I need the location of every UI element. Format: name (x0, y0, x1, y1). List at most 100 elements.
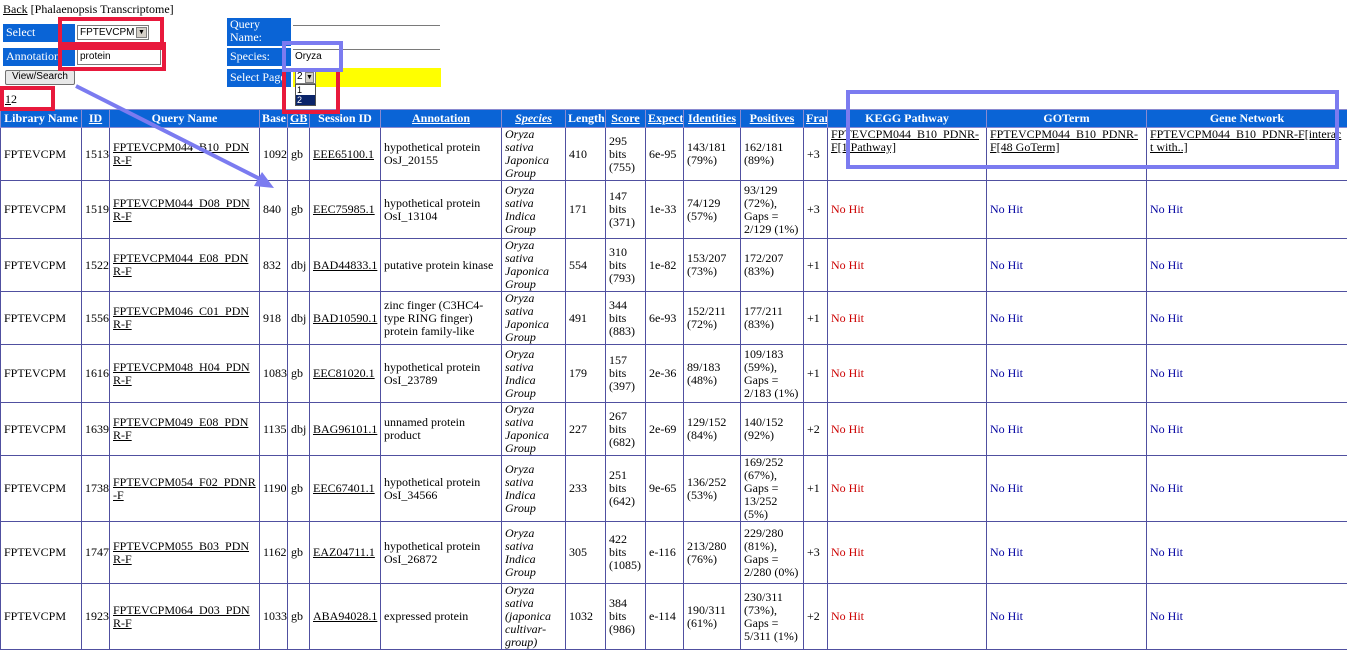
cell-score: 267 bits (682) (606, 403, 646, 456)
cell-length: 227 (566, 403, 606, 456)
col-expect-link[interactable]: Expect (648, 111, 683, 125)
query-name-input[interactable] (293, 25, 440, 26)
cell-species: Oryza sativa Japonica Group (502, 292, 566, 345)
cell-species: Oryza sativa Indica Group (502, 345, 566, 403)
cell-goterm: No Hit (987, 292, 1147, 345)
cell-score: 422 bits (1085) (606, 522, 646, 584)
library-select-value: FPTEVCPM (80, 27, 134, 38)
cell-network: No Hit (1147, 345, 1347, 403)
col-species[interactable]: Species (502, 110, 566, 128)
species-input[interactable]: Oryza (293, 49, 440, 65)
table-row: FPTEVCPM1616FPTEVCPM048_H04_PDNR-F1083gb… (1, 345, 1347, 403)
col-score-link[interactable]: Score (611, 111, 639, 125)
col-annotation-link[interactable]: Annotation (412, 111, 470, 125)
cell-query-name-link[interactable]: FPTEVCPM049_E08_PDNR-F (113, 415, 248, 442)
cell-library: FPTEVCPM (1, 345, 82, 403)
cell-query-name-link[interactable]: FPTEVCPM064_D03_PDNR-F (113, 603, 250, 630)
cell-session-id-link[interactable]: BAD44833.1 (313, 258, 377, 272)
cell-query-name-link[interactable]: FPTEVCPM054_F02_PDNR-F (113, 475, 256, 502)
col-id[interactable]: ID (82, 110, 110, 128)
back-link[interactable]: Back (3, 2, 28, 16)
cell-network: No Hit (1147, 292, 1347, 345)
cell-query-name-link[interactable]: FPTEVCPM044_B10_PDNR-F (113, 140, 249, 167)
cell-identities: 213/280 (76%) (684, 522, 741, 584)
cell-expect: 1e-33 (646, 181, 684, 239)
view-search-button[interactable]: View/Search (5, 70, 75, 85)
cell-session-id-link[interactable]: EEC75985.1 (313, 202, 375, 216)
annotation-label: Annotation (3, 48, 75, 66)
col-gb[interactable]: GB (288, 110, 310, 128)
cell-goterm: No Hit (987, 239, 1147, 292)
col-expect[interactable]: Expect (646, 110, 684, 128)
cell-query-name-link[interactable]: FPTEVCPM044_D08_PDNR-F (113, 196, 250, 223)
cell-session-id-link[interactable]: BAG96101.1 (313, 422, 377, 436)
results-table: Library Name ID Query Name Base GB Sessi… (0, 109, 1347, 650)
cell-identities: 190/311 (61%) (684, 584, 741, 650)
cell-id: 1747 (82, 522, 110, 584)
cell-goterm-link[interactable]: FPTEVCPM044_B10_PDNR-F[48 GoTerm] (990, 128, 1138, 155)
cell-session-id-link[interactable]: EEE65100.1 (313, 147, 374, 161)
cell-gb: gb (288, 584, 310, 650)
col-gene-network: Gene Network (1147, 110, 1347, 128)
cell-length: 179 (566, 345, 606, 403)
cell-score: 344 bits (883) (606, 292, 646, 345)
cell-query-name-link[interactable]: FPTEVCPM046_C01_PDNR-F (113, 304, 249, 331)
col-frame-link[interactable]: Frame (806, 111, 828, 125)
col-score[interactable]: Score (606, 110, 646, 128)
library-select[interactable]: FPTEVCPM ▼ (77, 25, 149, 40)
cell-session-id-link[interactable]: ABA94028.1 (313, 609, 377, 623)
cell-query-name-link[interactable]: FPTEVCPM044_E08_PDNR-F (113, 251, 248, 278)
cell-session-id-link[interactable]: EAZ04711.1 (313, 545, 375, 559)
cell-query-name-link[interactable]: FPTEVCPM055_B03_PDNR-F (113, 539, 249, 566)
cell-base: 840 (260, 181, 288, 239)
cell-network-link[interactable]: FPTEVCPM044_B10_PDNR-F[interact with..] (1150, 128, 1341, 155)
page-option-1[interactable]: 1 (296, 85, 315, 95)
table-row: FPTEVCPM1738FPTEVCPM054_F02_PDNR-F1190gb… (1, 456, 1347, 522)
cell-query-name: FPTEVCPM044_D08_PDNR-F (110, 181, 260, 239)
col-annotation[interactable]: Annotation (381, 110, 502, 128)
cell-positives: 93/129 (72%), Gaps = 2/129 (1%) (741, 181, 804, 239)
cell-expect: 2e-36 (646, 345, 684, 403)
page-select[interactable]: 2 ▼ (295, 70, 316, 84)
col-species-link[interactable]: Species (515, 111, 552, 125)
cell-score: 295 bits (755) (606, 128, 646, 181)
annotation-input[interactable]: protein (77, 49, 161, 65)
cell-species: Oryza sativa Indica Group (502, 522, 566, 584)
col-id-link[interactable]: ID (89, 111, 102, 125)
cell-identities: 129/152 (84%) (684, 403, 741, 456)
cell-query-name: FPTEVCPM055_B03_PDNR-F (110, 522, 260, 584)
col-identities[interactable]: Identities (684, 110, 741, 128)
cell-query-name-link[interactable]: FPTEVCPM048_H04_PDNR-F (113, 360, 250, 387)
cell-kegg: No Hit (828, 403, 987, 456)
col-gb-link[interactable]: GB (290, 111, 307, 125)
page-option-2[interactable]: 2 (296, 95, 315, 105)
cell-kegg: No Hit (828, 522, 987, 584)
cell-goterm: No Hit (987, 345, 1147, 403)
cell-kegg: No Hit (828, 584, 987, 650)
cell-session-id-link[interactable]: EEC67401.1 (313, 481, 375, 495)
species-label: Species: (227, 48, 291, 66)
cell-species: Oryza sativa Indica Group (502, 181, 566, 239)
cell-library: FPTEVCPM (1, 584, 82, 650)
chevron-down-icon: ▼ (305, 72, 314, 83)
col-frame[interactable]: Frame (804, 110, 828, 128)
cell-session-id-link[interactable]: BAD10590.1 (313, 311, 377, 325)
cell-id: 1522 (82, 239, 110, 292)
cell-gb: dbj (288, 403, 310, 456)
cell-query-name: FPTEVCPM046_C01_PDNR-F (110, 292, 260, 345)
cell-annotation: putative protein kinase (381, 239, 502, 292)
cell-species: Oryza sativa Indica Group (502, 456, 566, 522)
cell-query-name: FPTEVCPM049_E08_PDNR-F (110, 403, 260, 456)
cell-expect: 6e-95 (646, 128, 684, 181)
col-identities-link[interactable]: Identities (688, 111, 736, 125)
cell-session-id: EEC75985.1 (310, 181, 381, 239)
col-positives[interactable]: Positives (741, 110, 804, 128)
cell-species: Oryza sativa Japonica Group (502, 403, 566, 456)
col-positives-link[interactable]: Positives (750, 111, 795, 125)
cell-id: 1519 (82, 181, 110, 239)
cell-session-id: EEC67401.1 (310, 456, 381, 522)
cell-session-id-link[interactable]: EEC81020.1 (313, 366, 375, 380)
cell-kegg-link[interactable]: FPTEVCPM044_B10_PDNR-F[1 Pathway] (831, 128, 979, 155)
cell-gb: gb (288, 345, 310, 403)
cell-library: FPTEVCPM (1, 128, 82, 181)
